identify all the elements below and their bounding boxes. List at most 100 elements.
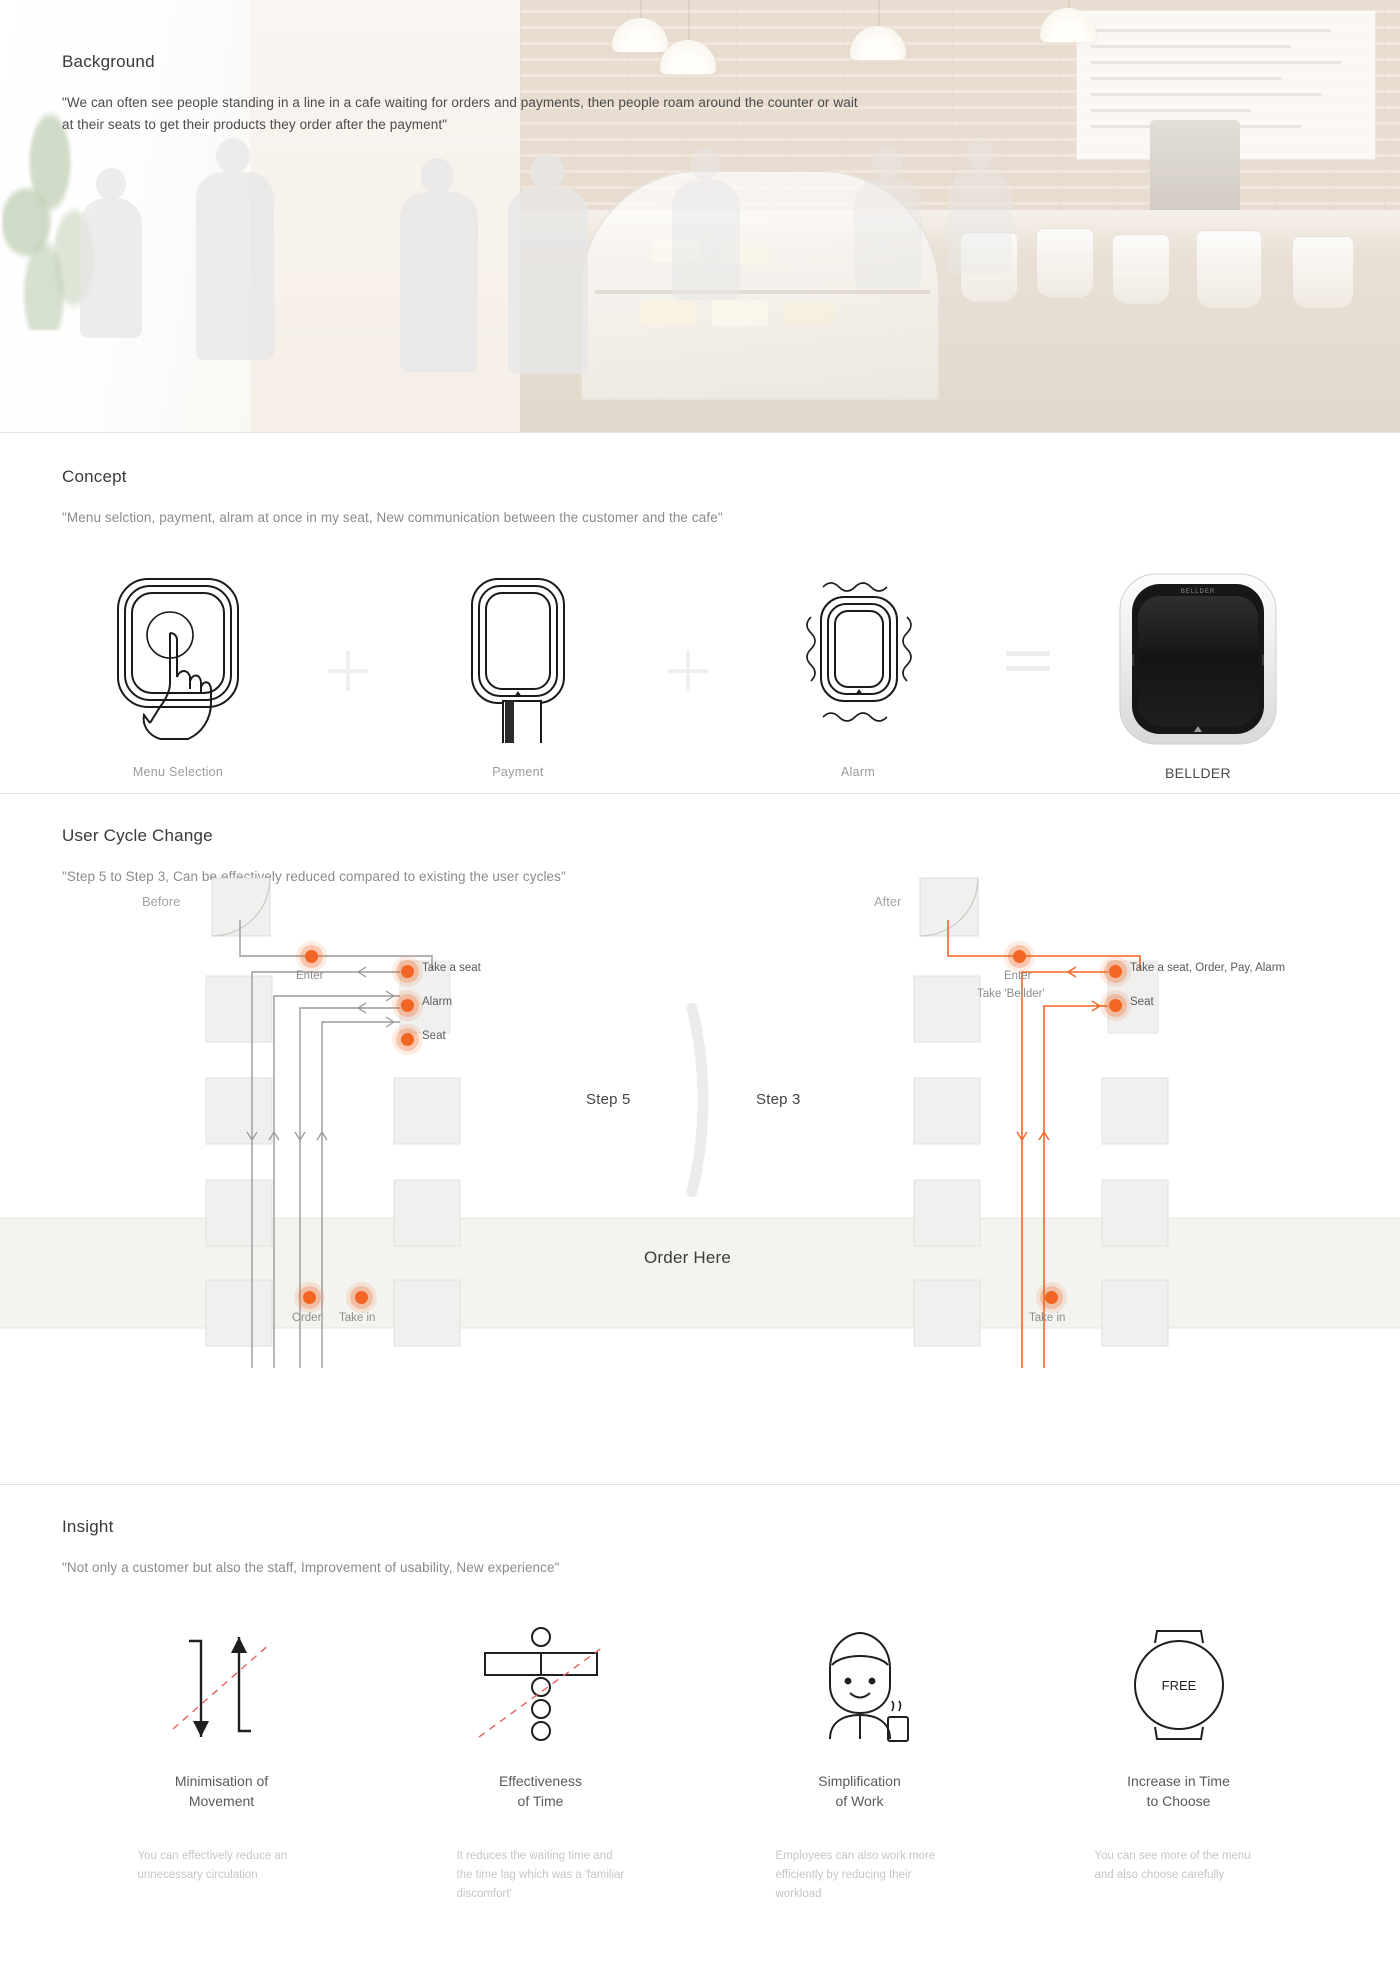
insight-title-2: Effectiveness of Time (381, 1771, 700, 1812)
concept-item-payment: Payment (402, 573, 634, 779)
concept-formula-row: Menu Selection Payment Alarm BELLDER BEL… (62, 573, 1400, 781)
plus-icon (328, 650, 368, 691)
user-cycle-title: User Cycle Change (62, 826, 213, 845)
node-label-seat-before: Seat (422, 1030, 446, 1042)
node-label-take-in-before: Take in (339, 1312, 376, 1324)
plus-icon (668, 650, 708, 691)
insight-title-1-line-1: Minimisation of (174, 1772, 269, 1789)
insight-desc-wrap-3: Employees can also work more efficiently… (700, 1811, 1019, 1903)
queue-line-icon (478, 1626, 603, 1741)
free-clock-icon-slot: FREE (1019, 1625, 1338, 1745)
node-label-take-a-seat: Take a seat (422, 962, 481, 974)
concept-section: Concept "Menu selction, payment, alram a… (0, 433, 1400, 793)
concept-operator-equals (974, 573, 1082, 681)
step-bracket (686, 1002, 709, 1198)
concept-title: Concept (62, 467, 127, 486)
node-dot-take-a-seat (401, 965, 414, 978)
concept-item-menu-selection: Menu Selection (62, 573, 294, 779)
insight-quote: "Not only a customer but also the staff,… (62, 1560, 560, 1575)
node-dot-enter-before (305, 950, 318, 963)
insight-title-1-line-2: Movement (188, 1793, 255, 1810)
bellder-brand-text: BELLDER (1181, 589, 1215, 595)
node-dot-seat-before (401, 1033, 414, 1046)
presentation-page: Background "We can often see people stan… (0, 0, 1400, 1987)
insight-desc-wrap-4: You can see more of the menu and also ch… (1019, 1811, 1338, 1884)
free-clock-text: FREE (1161, 1678, 1196, 1693)
node-label-take-in-after: Take in (1029, 1312, 1066, 1324)
order-here-label: Order Here (644, 1248, 732, 1267)
insight-title-3: Simplification of Work (700, 1771, 1019, 1812)
node-label-seat-after: Seat (1130, 996, 1154, 1008)
insight-item-increase-in-time-to-choose: FREE Increase in Time to Choose You can … (1019, 1625, 1338, 1903)
node-dot-take-a-seat-order-pay-alarm (1109, 965, 1122, 978)
concept-item-bellder: BELLDER BELLDER (1082, 573, 1314, 781)
free-clock-icon: FREE (1133, 1629, 1224, 1740)
insight-title-1: Minimisation of Movement (62, 1771, 381, 1812)
user-cycle-diagram: Enter Take a seat Alarm Seat Order Take … (0, 866, 1400, 1484)
card-swipe-device-icon (471, 577, 565, 743)
insight-title-3-line-1: Simplification (818, 1772, 901, 1789)
effectiveness-icon-slot (381, 1625, 700, 1745)
simplification-icon-slot (700, 1625, 1019, 1745)
insight-title-2-line-2: of Time (517, 1793, 564, 1810)
background-title: Background (62, 52, 155, 71)
node-label-enter-after: Enter (1004, 970, 1032, 982)
arrows-reduce-movement-icon (172, 1636, 271, 1737)
concept-label-alarm: Alarm (840, 764, 876, 779)
insight-desc-wrap-1: You can effectively reduce an unnecessar… (62, 1811, 381, 1884)
insight-desc-4: You can see more of the menu and also ch… (1094, 1850, 1251, 1882)
concept-item-alarm: Alarm (742, 573, 974, 779)
vibrating-device-icon (806, 582, 912, 722)
node-dot-take-in-after (1045, 1291, 1058, 1304)
cycle-diagram-svg (0, 877, 1400, 1368)
insight-desc-2: It reduces the waiting time and the time… (456, 1850, 625, 1900)
insight-title-4-line-1: Increase in Time (1127, 1772, 1230, 1789)
finger-tap-device-icon (117, 577, 239, 740)
node-label-take-a-seat-order-pay-alarm: Take a seat, Order, Pay, Alarm (1130, 962, 1286, 974)
node-dot-take-in-before (355, 1291, 368, 1304)
insight-items-row: Minimisation of Movement You can effecti… (62, 1625, 1400, 1903)
alarm-icon-slot (742, 573, 974, 743)
background-text-block: Background "We can often see people stan… (0, 0, 1400, 136)
bellder-device-icon: BELLDER (1119, 573, 1277, 745)
insight-item-minimisation-of-movement: Minimisation of Movement You can effecti… (62, 1625, 381, 1903)
after-label: After (874, 894, 902, 909)
insight-title: Insight (62, 1517, 114, 1536)
insight-desc-wrap-2: It reduces the waiting time and the time… (381, 1811, 700, 1903)
node-label-take-bellder: Take 'Bellder' (977, 988, 1045, 1000)
concept-operator-plus-2 (634, 573, 742, 691)
node-label-alarm: Alarm (422, 996, 453, 1008)
step-label-after: Step 3 (756, 1091, 801, 1108)
payment-icon-slot (402, 573, 634, 743)
background-quote-line-2: at their seats to get their products the… (62, 116, 448, 132)
insight-title-4-line-2: to Choose (1146, 1793, 1211, 1810)
barista-staff-icon (828, 1631, 909, 1742)
user-cycle-section: User Cycle Change "Step 5 to Step 3, Can… (0, 794, 1400, 1484)
insight-title-2-line-1: Effectiveness (498, 1772, 582, 1789)
bellder-icon-slot: BELLDER (1082, 573, 1314, 745)
concept-quote: "Menu selction, payment, alram at once i… (62, 510, 723, 525)
insight-item-simplification-of-work: Simplification of Work Employees can als… (700, 1625, 1019, 1903)
equals-icon (1006, 650, 1050, 671)
insight-item-effectiveness-of-time: Effectiveness of Time It reduces the wai… (381, 1625, 700, 1903)
insight-title-4: Increase in Time to Choose (1019, 1771, 1338, 1812)
node-dot-alarm (401, 999, 414, 1012)
insight-section: Insight "Not only a customer but also th… (0, 1485, 1400, 1987)
node-dot-order (303, 1291, 316, 1304)
insight-title-3-line-2: of Work (835, 1793, 884, 1810)
insight-desc-3: Employees can also work more efficiently… (775, 1850, 936, 1900)
concept-label-payment: Payment (492, 764, 544, 779)
background-section: Background "We can often see people stan… (0, 0, 1400, 432)
concept-label-bellder: BELLDER (1165, 764, 1231, 781)
menu-selection-icon-slot (62, 573, 294, 743)
concept-label-menu-selection: Menu Selection (132, 764, 224, 779)
before-label: Before (142, 894, 181, 909)
node-dot-enter-after (1013, 950, 1026, 963)
minimisation-icon-slot (62, 1625, 381, 1745)
insight-desc-1: You can effectively reduce an unnecessar… (137, 1850, 288, 1882)
node-label-order: Order (292, 1312, 322, 1324)
node-dot-seat-after (1109, 999, 1122, 1012)
concept-operator-plus-1 (294, 573, 402, 691)
background-quote-line-1: "We can often see people standing in a l… (62, 95, 858, 110)
step-label-before: Step 5 (586, 1091, 631, 1108)
